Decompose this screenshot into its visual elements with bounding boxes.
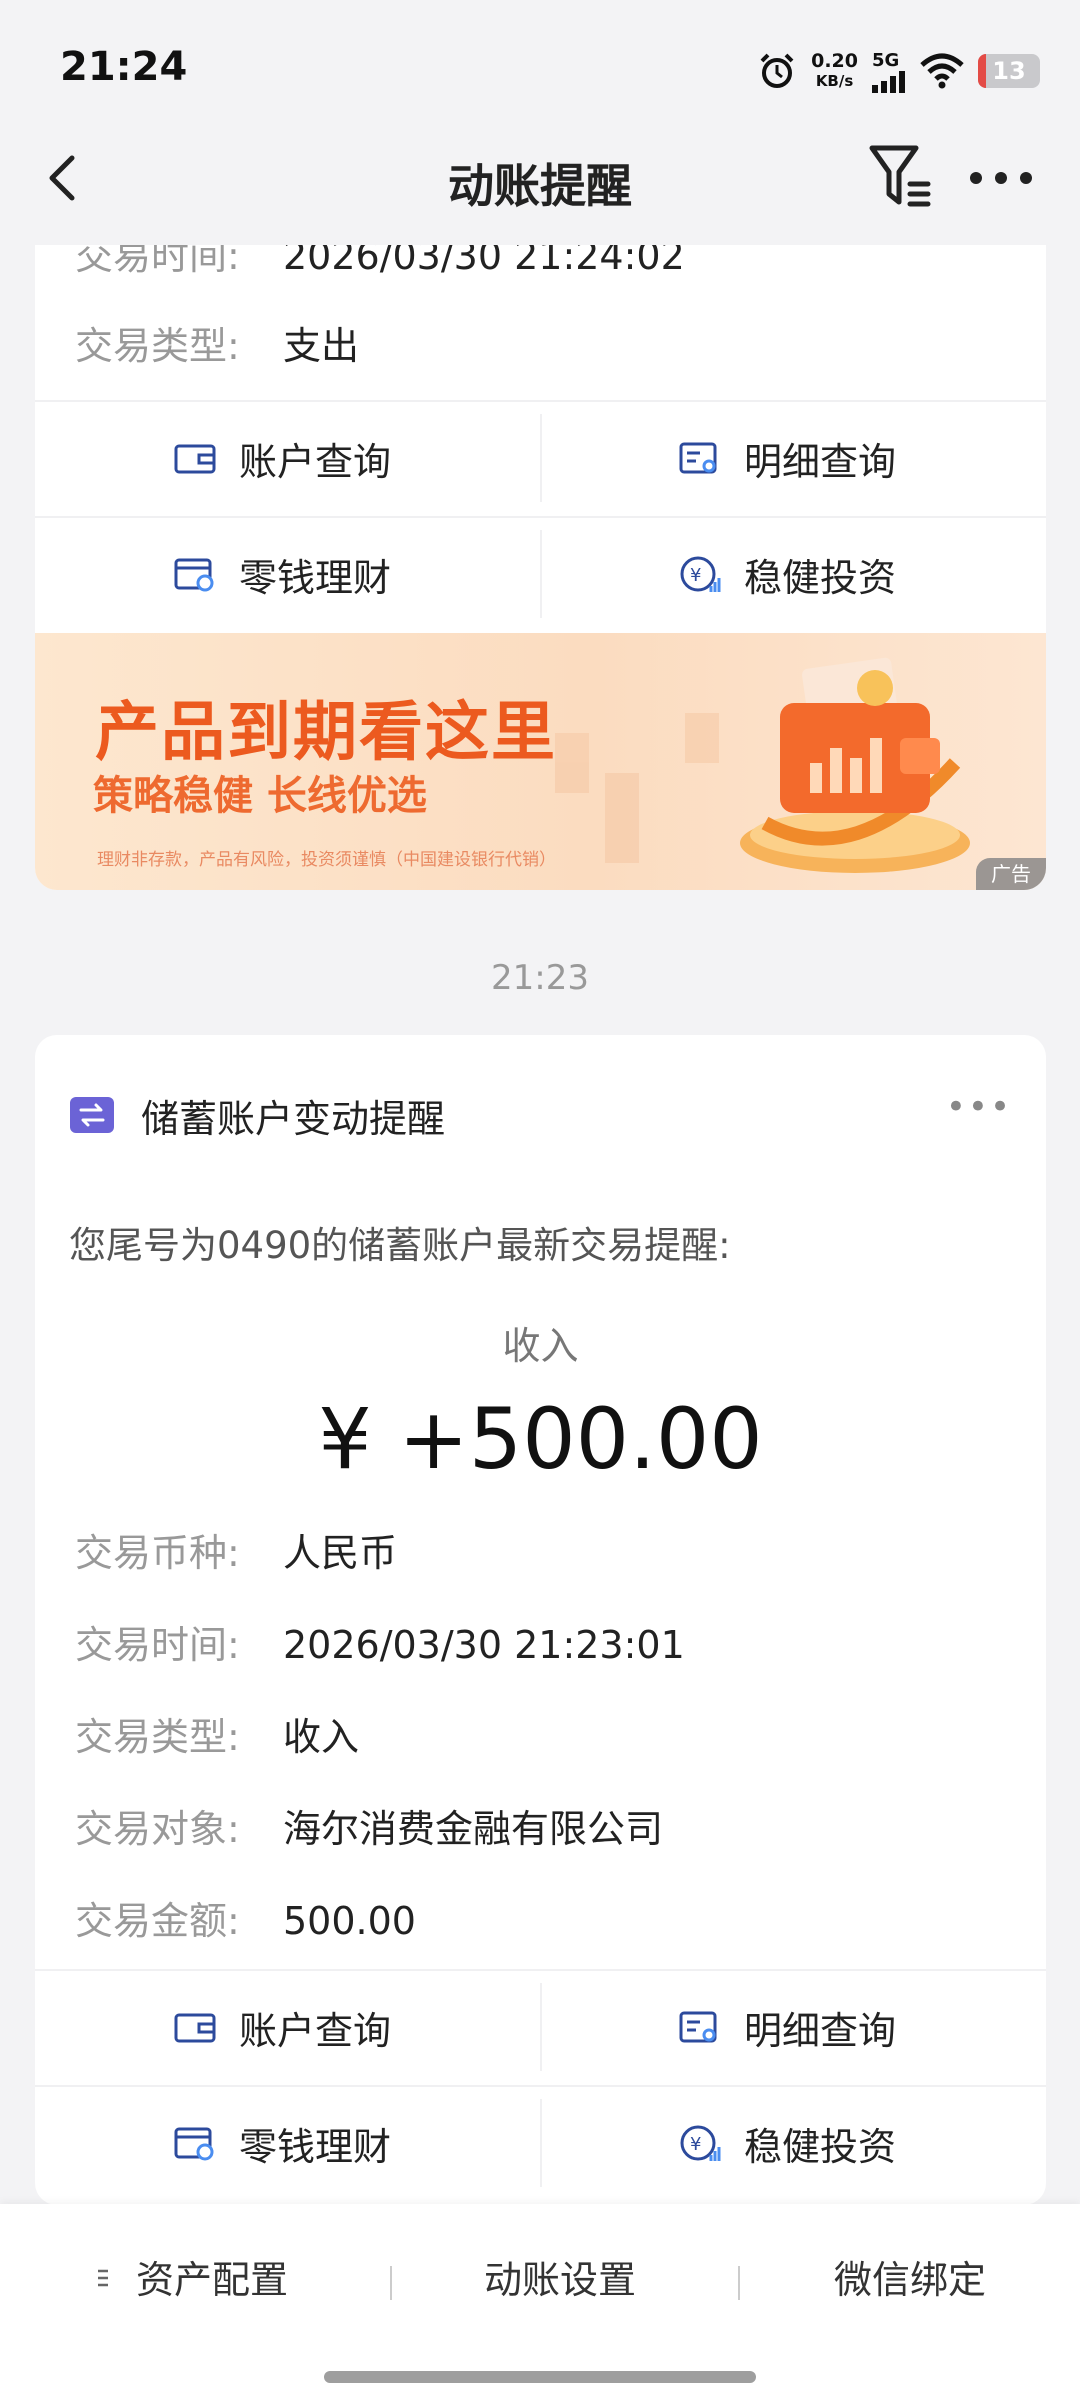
status-bar: 21:24 0.20 KB/s 5G 13 (0, 0, 1080, 140)
divider (540, 2099, 542, 2187)
alarm-icon (760, 53, 794, 88)
row-label: 交易类型: (75, 324, 240, 368)
action-label: 稳健投资 (744, 555, 897, 600)
wallet-icon (174, 2013, 216, 2043)
menu-icon (98, 2269, 108, 2287)
action-label: 稳健投资 (744, 2124, 897, 2169)
divider (390, 2266, 392, 2300)
notification-card-income: 储蓄账户变动提醒 ••• 您尾号为0490的储蓄账户最新交易提醒: 收入 ¥ +… (35, 1035, 1046, 2205)
row-value: 人民币 (283, 1531, 398, 1575)
card-title: 储蓄账户变动提醒 (141, 1096, 446, 1141)
action-label: 零钱理财 (239, 555, 392, 600)
signal-icon (872, 70, 905, 93)
change-finance-button[interactable]: 零钱理财 (173, 2103, 391, 2183)
banner-disclaimer: 理财非存款，产品有风险，投资须谨慎（中国建设银行代销） (97, 850, 556, 870)
status-icons: 0.20 KB/s 5G 13 (757, 46, 1040, 96)
row-value: 500.00 (283, 1899, 416, 1943)
home-indicator[interactable] (324, 2371, 756, 2383)
detail-row: 交易对象: 海尔消费金融有限公司 (75, 1799, 663, 1859)
ad-tag: 广告 (976, 858, 1046, 890)
battery-level: 13 (992, 57, 1026, 85)
wifi-icon (920, 53, 964, 89)
app-header: 动账提醒 (0, 120, 1080, 245)
statement-search-icon (679, 2011, 717, 2043)
detail-row: 交易时间: 2026/03/30 21:23:01 (75, 1615, 685, 1675)
card-more-button[interactable]: ••• (946, 1087, 1012, 1127)
status-time: 21:24 (60, 44, 188, 90)
steady-invest-button[interactable]: ¥ 稳健投资 (678, 534, 896, 614)
divider (540, 530, 542, 618)
detail-query-button[interactable]: 明细查询 (678, 1987, 896, 2067)
speed-value: 0.20 (811, 50, 858, 72)
action-label: 账户查询 (239, 439, 392, 484)
statement-search-icon (679, 442, 717, 474)
detail-query-button[interactable]: 明细查询 (678, 418, 896, 498)
notification-card-expense: 交易时间: 2026/03/30 21:24:02 交易类型: 支出 账户查询 明细… (35, 180, 1046, 890)
finance-card-icon (174, 558, 214, 592)
row-value: 支出 (283, 324, 360, 368)
menu-wechat-binding[interactable]: 微信绑定 (834, 2249, 986, 2304)
yuan-chart-icon: ¥ (680, 2125, 721, 2161)
row-label: 交易币种: (75, 1531, 240, 1575)
action-label: 明细查询 (744, 2008, 897, 2053)
divider (738, 2266, 740, 2300)
divider (35, 2085, 1046, 2087)
steady-invest-button[interactable]: ¥ 稳健投资 (678, 2103, 896, 2183)
row-label: 交易时间: (75, 1623, 240, 1667)
menu-asset-allocation[interactable]: 资产配置 (136, 2249, 288, 2304)
signal-group: 5G (872, 50, 906, 93)
menu-transaction-settings[interactable]: 动账设置 (484, 2249, 636, 2304)
row-label: 交易金额: (75, 1899, 240, 1943)
action-label: 零钱理财 (239, 2124, 392, 2169)
bottom-menu-bar: 资产配置 动账设置 微信绑定 (0, 2204, 1080, 2400)
message-timestamp: 21:23 (491, 958, 589, 998)
change-finance-button[interactable]: 零钱理财 (173, 534, 391, 614)
banner-title: 产品到期看这里 (95, 696, 557, 770)
wallet-chart-illustration (740, 657, 970, 873)
row-label: 交易类型: (75, 1715, 240, 1759)
detail-row: 交易类型: 收入 (75, 1707, 359, 1767)
row-value: 2026/03/30 21:23:01 (283, 1623, 685, 1667)
more-icon[interactable] (966, 148, 1036, 208)
row-label: 交易对象: (75, 1807, 240, 1851)
divider (540, 414, 542, 502)
divider (35, 400, 1046, 402)
transfer-card-icon (70, 1097, 114, 1133)
ad-banner[interactable]: 产品到期看这里 策略稳健 长线优选 理财非存款，产品有风险，投资须谨慎（中国建设… (35, 633, 1046, 890)
battery-icon: 13 (978, 54, 1040, 88)
action-label: 账户查询 (239, 2008, 392, 2053)
card-intro: 您尾号为0490的储蓄账户最新交易提醒: (69, 1224, 731, 1267)
network-type: 5G (872, 49, 900, 71)
detail-row: 交易类型: 支出 (75, 316, 359, 376)
finance-card-icon (174, 2127, 214, 2161)
transaction-type-label: 收入 (502, 1324, 579, 1368)
detail-row: 交易金额: 500.00 (75, 1891, 416, 1951)
svg-text:¥: ¥ (690, 565, 701, 586)
card-header: 储蓄账户变动提醒 (69, 1085, 445, 1145)
detail-row: 交易币种: 人民币 (75, 1523, 397, 1583)
yuan-chart-icon: ¥ (680, 556, 721, 592)
filter-icon[interactable] (866, 140, 936, 216)
transaction-amount: ¥ +500.00 (318, 1390, 763, 1488)
row-value: 收入 (283, 1715, 360, 1759)
divider (35, 1969, 1046, 1971)
network-speed: 0.20 KB/s (811, 51, 858, 91)
svg-text:¥: ¥ (690, 2134, 701, 2155)
account-query-button[interactable]: 账户查询 (173, 418, 391, 498)
speed-unit: KB/s (815, 72, 854, 90)
row-value: 海尔消费金融有限公司 (283, 1807, 664, 1851)
wallet-icon (174, 444, 216, 474)
account-query-button[interactable]: 账户查询 (173, 1987, 391, 2067)
banner-subtitle: 策略稳健 长线优选 (93, 773, 427, 819)
divider (540, 1983, 542, 2071)
action-label: 明细查询 (744, 439, 897, 484)
divider (35, 516, 1046, 518)
